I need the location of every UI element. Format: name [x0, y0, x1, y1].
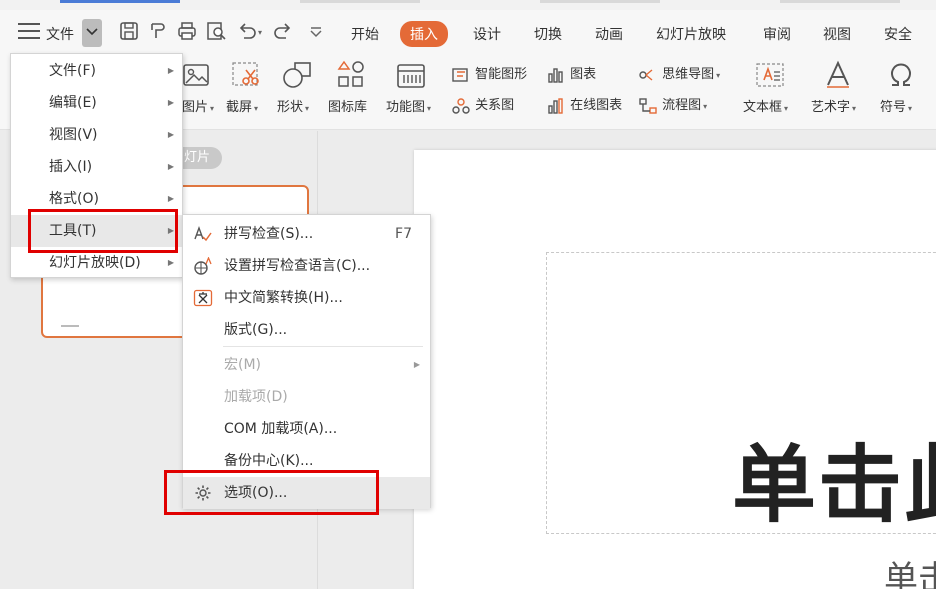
- bar-chart-icon: [548, 67, 563, 83]
- document-tab[interactable]: [780, 0, 900, 3]
- picture-icon: [183, 64, 209, 86]
- textbox-label[interactable]: 文本框 ▾: [743, 96, 788, 115]
- menu-item-insert[interactable]: 插入(I) ▶: [11, 151, 182, 183]
- submenu-arrow-icon: ▶: [167, 66, 174, 75]
- file-menu-button[interactable]: 文件: [46, 24, 74, 44]
- options-highlight-box: [164, 470, 379, 515]
- menu-separator: [223, 346, 423, 347]
- flowchart-icon: [639, 97, 657, 114]
- function-chart-label[interactable]: 功能图 ▾: [386, 96, 431, 115]
- spellcheck-icon: [194, 225, 212, 242]
- tab-review[interactable]: 审阅: [763, 24, 791, 44]
- menu-item-file[interactable]: 文件(F) ▶: [11, 55, 182, 87]
- scissors-icon: [232, 62, 259, 86]
- menu-item-spell-language[interactable]: 设置拼写检查语言(C)...: [183, 250, 430, 282]
- mindmap-icon: [639, 68, 653, 81]
- print-icon[interactable]: [176, 20, 198, 42]
- menu-item-view[interactable]: 视图(V) ▶: [11, 119, 182, 151]
- icon-library-label[interactable]: 图标库: [328, 96, 367, 115]
- online-chart-icon: [548, 97, 563, 114]
- omega-symbol-icon: [891, 63, 911, 86]
- screenshot-button[interactable]: [230, 60, 262, 94]
- smartart-button[interactable]: 智能图形: [451, 63, 527, 84]
- tab-home[interactable]: 开始: [351, 24, 379, 44]
- insert-picture-label[interactable]: 图片 ▾: [182, 96, 214, 115]
- shapes-icon: [283, 62, 311, 88]
- tab-security[interactable]: 安全: [884, 24, 912, 44]
- tools-submenu: 拼写检查(S)... F7 设置拼写检查语言(C)... 中文简繁转换(H)..…: [182, 214, 431, 509]
- save-icon[interactable]: [118, 20, 140, 42]
- screenshot-label[interactable]: 截屏 ▾: [226, 96, 258, 115]
- flowchart-button[interactable]: 流程图 ▾: [638, 94, 707, 115]
- menu-item-com-addins[interactable]: COM 加载项(A)...: [183, 413, 430, 445]
- mindmap-button[interactable]: 思维导图 ▾: [638, 63, 720, 84]
- submenu-arrow-icon: ▶: [167, 162, 174, 171]
- menu-bar: 文件 ▾ 开始 插入 设计 切换 动画 幻灯片放映 审阅 视图 安全: [0, 10, 936, 56]
- menu-item-spellcheck[interactable]: 拼写检查(S)... F7: [183, 218, 430, 250]
- textbox-icon: [756, 63, 784, 87]
- tab-slideshow[interactable]: 幻灯片放映: [656, 24, 726, 44]
- wordart-icon: [827, 60, 849, 88]
- online-chart-button[interactable]: 在线图表: [546, 94, 622, 115]
- insert-picture-button[interactable]: [182, 62, 210, 92]
- menu-item-edit[interactable]: 编辑(E) ▶: [11, 87, 182, 119]
- document-tab[interactable]: [540, 0, 660, 3]
- tab-animation[interactable]: 动画: [595, 24, 623, 44]
- function-chart-icon: [397, 64, 425, 88]
- chinese-convert-icon: [193, 289, 213, 307]
- undo-icon[interactable]: [236, 20, 258, 42]
- tools-highlight-box: [28, 209, 178, 253]
- app-window: 文件 ▾ 开始 插入 设计 切换 动画 幻灯片放映 审阅 视图 安全 图片 ▾ 截…: [0, 0, 936, 589]
- submenu-arrow-icon: ▶: [413, 360, 420, 369]
- menu-item-addins: 加载项(D): [224, 389, 288, 405]
- wordart-button[interactable]: [823, 60, 853, 94]
- submenu-arrow-icon: ▶: [167, 98, 174, 107]
- relation-chart-button[interactable]: 关系图: [451, 94, 514, 115]
- window-tab-strip: [0, 0, 936, 10]
- icon-library-button[interactable]: [336, 60, 366, 94]
- tab-design[interactable]: 设计: [473, 24, 501, 44]
- shape-button[interactable]: [281, 60, 313, 94]
- shortcut-label: F7: [395, 226, 412, 242]
- hamburger-menu-icon[interactable]: [18, 23, 40, 41]
- chart-button[interactable]: 图表: [546, 63, 596, 84]
- wordart-label[interactable]: 艺术字 ▾: [811, 96, 856, 115]
- tab-insert[interactable]: 插入: [400, 21, 448, 47]
- symbol-button[interactable]: [886, 60, 916, 94]
- tab-view[interactable]: 视图: [823, 24, 851, 44]
- function-chart-button[interactable]: [395, 60, 427, 94]
- slide-subtitle-text[interactable]: 单击: [884, 551, 936, 589]
- chevron-down-icon: [86, 28, 98, 36]
- format-painter-icon[interactable]: [147, 20, 169, 42]
- symbol-label[interactable]: 符号 ▾: [880, 96, 912, 115]
- redo-icon[interactable]: [272, 20, 294, 42]
- menu-item-chinese-convert[interactable]: 中文简繁转换(H)...: [183, 282, 430, 314]
- thumbnail-caption-line: [61, 325, 79, 327]
- shape-label[interactable]: 形状 ▾: [277, 96, 309, 115]
- tab-transition[interactable]: 切换: [534, 24, 562, 44]
- relation-chart-icon: [452, 97, 470, 114]
- smartart-icon: [452, 67, 468, 82]
- undo-dropdown-chevron-icon[interactable]: ▾: [258, 28, 262, 37]
- menu-item-macro: 宏(M) ▶: [183, 349, 430, 381]
- file-dropdown-toggle[interactable]: [82, 19, 102, 47]
- submenu-arrow-icon: ▶: [167, 130, 174, 139]
- slide-title-text[interactable]: 单击此: [732, 418, 936, 539]
- document-tab[interactable]: [300, 0, 420, 3]
- menu-item-layout[interactable]: 版式(G)...: [183, 314, 430, 346]
- print-preview-icon[interactable]: [205, 20, 227, 42]
- document-tab-active[interactable]: [60, 0, 180, 3]
- icon-library-icon: [337, 60, 364, 87]
- textbox-button[interactable]: [754, 60, 786, 94]
- customize-toolbar-chevron-icon[interactable]: [305, 20, 327, 42]
- language-globe-icon: [194, 257, 212, 275]
